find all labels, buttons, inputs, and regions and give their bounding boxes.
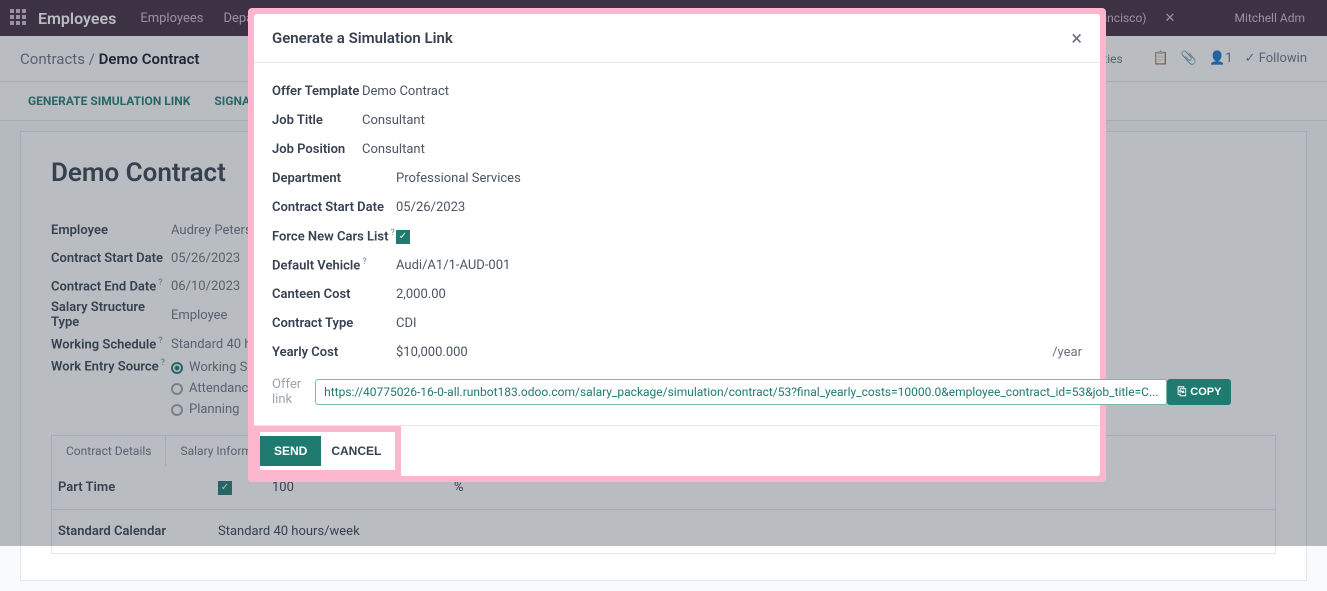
m-start-date-label: Contract Start Date — [272, 200, 396, 215]
default-vehicle-label: Default Vehicle? — [272, 257, 396, 273]
copy-icon: ⎘ — [1177, 386, 1186, 399]
yearly-cost-value[interactable]: $10,000.000 — [396, 345, 468, 360]
modal-highlight-wrap: Generate a Simulation Link × Offer Templ… — [248, 8, 1106, 482]
job-title-value[interactable]: Consultant — [362, 113, 425, 128]
offer-link-input[interactable]: https://40775026-16-0-all.runbot183.odoo… — [315, 379, 1167, 405]
force-cars-label: Force New Cars List? — [272, 228, 396, 244]
job-position-label: Job Position — [272, 142, 362, 157]
close-icon[interactable]: × — [1071, 28, 1082, 48]
modal-title: Generate a Simulation Link — [272, 29, 453, 47]
canteen-label: Canteen Cost — [272, 287, 396, 302]
modal: Generate a Simulation Link × Offer Templ… — [254, 14, 1100, 476]
yearly-cost-label: Yearly Cost — [272, 345, 396, 360]
contract-type-value[interactable]: CDI — [396, 316, 417, 331]
offer-template-label: Offer Template — [272, 84, 362, 99]
offer-link-label: Offer link — [272, 377, 301, 407]
copy-button[interactable]: ⎘COPY — [1167, 379, 1231, 405]
job-position-value[interactable]: Consultant — [362, 142, 425, 157]
job-title-label: Job Title — [272, 113, 362, 128]
yearly-unit: /year — [1052, 345, 1082, 360]
cancel-button[interactable]: CANCEL — [321, 436, 391, 466]
send-button[interactable]: SEND — [260, 436, 321, 466]
m-start-date-value[interactable]: 05/26/2023 — [396, 200, 465, 215]
canteen-value[interactable]: 2,000.00 — [396, 287, 446, 302]
offer-template-value[interactable]: Demo Contract — [362, 84, 449, 99]
force-cars-checkbox[interactable]: ✓ — [396, 230, 410, 244]
contract-type-label: Contract Type — [272, 316, 396, 331]
department-label: Department — [272, 171, 396, 186]
default-vehicle-value[interactable]: Audi/A1/1-AUD-001 — [396, 258, 510, 273]
department-value[interactable]: Professional Services — [396, 171, 521, 186]
